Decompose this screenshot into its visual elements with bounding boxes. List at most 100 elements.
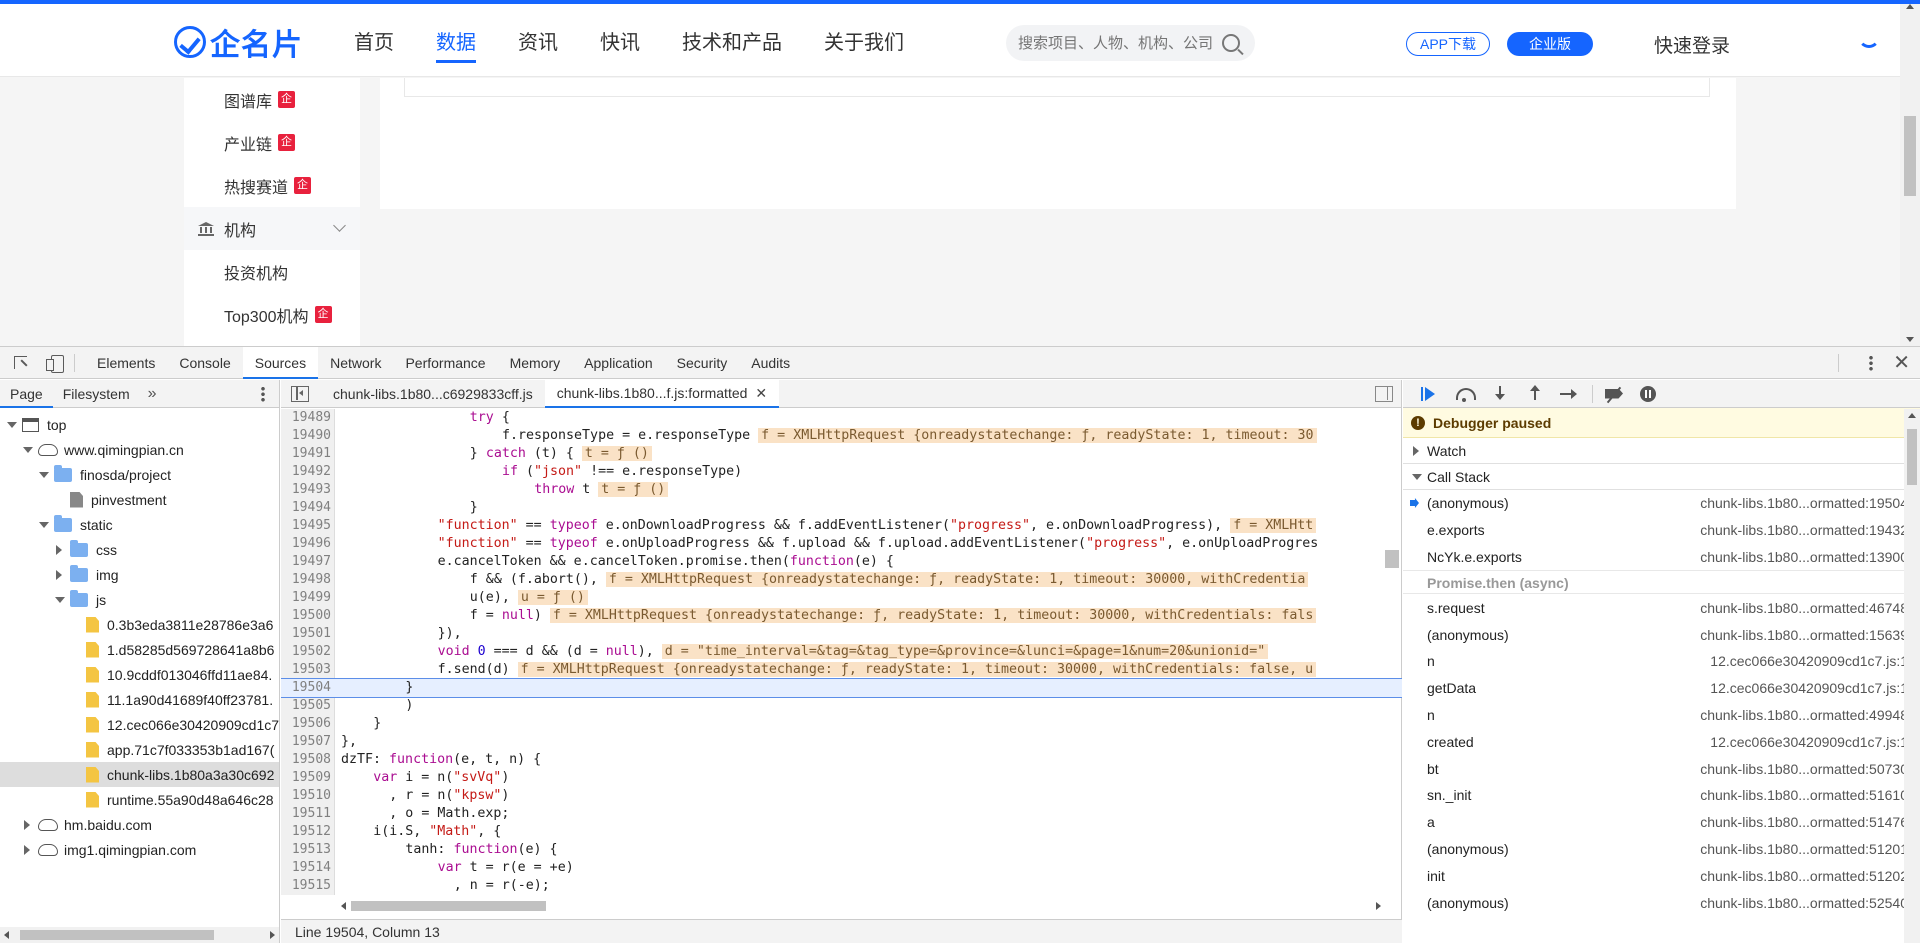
deactivate-breakpoints-icon[interactable]	[1597, 380, 1632, 408]
nav-item-5[interactable]: 技术和产品	[682, 29, 782, 63]
call-frame[interactable]: bt chunk-libs.1b80...ormatted:50730	[1403, 755, 1920, 782]
line-number[interactable]: 19513	[281, 841, 331, 859]
call-frame-location[interactable]: chunk-libs.1b80...ormatted:15639	[1700, 627, 1908, 643]
call-frame-location[interactable]: 12.cec066e30420909cd1c7.js:1	[1710, 653, 1908, 669]
search-input[interactable]	[1018, 34, 1218, 52]
navigator-menu-icon[interactable]	[261, 386, 265, 402]
devtools-tab-network[interactable]: Network	[318, 347, 393, 379]
call-frame[interactable]: e.exports chunk-libs.1b80...ormatted:1943…	[1403, 517, 1920, 544]
search-icon[interactable]	[1222, 34, 1240, 52]
call-frame[interactable]: created 12.cec066e30420909cd1c7.js:1	[1403, 728, 1920, 755]
expand-down-icon[interactable]	[6, 420, 17, 430]
tree-item[interactable]: static	[0, 512, 279, 537]
call-frame[interactable]: s.request chunk-libs.1b80...ormatted:4674…	[1403, 594, 1920, 621]
toggle-navigator-icon[interactable]	[291, 385, 309, 402]
line-number[interactable]: 19511	[281, 805, 331, 823]
devtools-tab-elements[interactable]: Elements	[85, 347, 167, 379]
nav-item-2[interactable]: 数据	[436, 29, 476, 63]
devtools-tab-memory[interactable]: Memory	[498, 347, 573, 379]
call-frame-location[interactable]: chunk-libs.1b80...ormatted:19504	[1700, 495, 1908, 511]
customize-menu-icon[interactable]	[1869, 355, 1874, 371]
call-frame[interactable]: (anonymous) chunk-libs.1b80...ormatted:19…	[1403, 490, 1920, 517]
call-frame-location[interactable]: chunk-libs.1b80...ormatted:51476	[1700, 814, 1908, 830]
call-frame-location[interactable]: chunk-libs.1b80...ormatted:51202	[1700, 868, 1908, 884]
side-menu-item[interactable]: 图谱库企	[184, 78, 360, 121]
call-frame-location[interactable]: chunk-libs.1b80...ormatted:52540	[1700, 895, 1908, 911]
scrollbar-thumb[interactable]	[351, 901, 546, 911]
expand-right-icon[interactable]	[22, 819, 32, 830]
side-menu-group-institution[interactable]: 机构	[184, 207, 360, 250]
watch-section-header[interactable]: Watch	[1403, 438, 1920, 464]
expand-right-icon[interactable]	[22, 844, 32, 855]
call-frame[interactable]: (anonymous) chunk-libs.1b80...ormatted:52…	[1403, 889, 1920, 916]
call-frame[interactable]: init chunk-libs.1b80...ormatted:51202	[1403, 862, 1920, 889]
scrollbar-thumb[interactable]	[1904, 116, 1916, 196]
call-frame-location[interactable]: 12.cec066e30420909cd1c7.js:1	[1710, 680, 1908, 696]
call-frame[interactable]: getData 12.cec066e30420909cd1c7.js:1	[1403, 675, 1920, 702]
line-number[interactable]: 19506	[281, 715, 331, 733]
tree-item[interactable]: 10.9cddf013046ffd11ae84.	[0, 662, 279, 687]
call-frame-location[interactable]: 12.cec066e30420909cd1c7.js:1	[1710, 734, 1908, 750]
scroll-up-icon[interactable]	[1908, 413, 1916, 418]
tree-item[interactable]: top	[0, 412, 279, 437]
scroll-right-icon[interactable]	[270, 931, 275, 939]
editor-vscroll-thumb[interactable]	[1385, 550, 1399, 568]
tree-item[interactable]: 1.d58285d569728641a8b6	[0, 637, 279, 662]
tree-item[interactable]: app.71c7f033353b1ad167(	[0, 737, 279, 762]
nav-item-4[interactable]: 快讯	[600, 29, 640, 63]
devtools-tab-application[interactable]: Application	[572, 347, 665, 379]
tree-item[interactable]: img1.qimingpian.com	[0, 837, 279, 862]
call-frame-location[interactable]: chunk-libs.1b80...ormatted:51201	[1700, 841, 1908, 857]
scroll-right-icon[interactable]	[1376, 902, 1381, 910]
line-number[interactable]: 19497	[281, 553, 331, 571]
side-menu-item[interactable]: Top300机构企	[184, 293, 360, 336]
tree-item[interactable]: finosda/project	[0, 462, 279, 487]
enterprise-button[interactable]: 企业版	[1507, 32, 1593, 56]
step-out-icon[interactable]	[1518, 380, 1553, 408]
expand-down-icon[interactable]	[38, 520, 49, 530]
line-number[interactable]: 19489	[281, 409, 331, 427]
line-number[interactable]: 19508	[281, 751, 331, 769]
search-box[interactable]	[1006, 25, 1255, 61]
scrollbar-thumb[interactable]	[1907, 429, 1917, 485]
call-frame-location[interactable]: chunk-libs.1b80...ormatted:49948	[1700, 707, 1908, 723]
expand-right-icon[interactable]	[54, 544, 64, 555]
line-number[interactable]: 19503	[281, 661, 331, 679]
side-menu-item[interactable]: 产业链企	[184, 121, 360, 164]
call-frame-location[interactable]: chunk-libs.1b80...ormatted:19432	[1700, 522, 1908, 538]
debugger-vscrollbar[interactable]	[1904, 409, 1920, 943]
more-tabs-icon[interactable]: »	[140, 385, 165, 403]
line-number[interactable]: 19504	[281, 679, 331, 697]
editor-tab[interactable]: chunk-libs.1b80...f.js:formatted ✕	[544, 379, 780, 408]
tree-item[interactable]: pinvestment	[0, 487, 279, 512]
tree-item[interactable]: 0.3b3eda3811e28786e3a6	[0, 612, 279, 637]
tree-item[interactable]: chunk-libs.1b80a3a30c692	[0, 762, 279, 787]
call-frame[interactable]: (anonymous) chunk-libs.1b80...ormatted:15…	[1403, 621, 1920, 648]
line-number[interactable]: 19491	[281, 445, 331, 463]
line-number[interactable]: 19515	[281, 877, 331, 895]
tree-item[interactable]: img	[0, 562, 279, 587]
line-number[interactable]: 19499	[281, 589, 331, 607]
call-frame-location[interactable]: chunk-libs.1b80...ormatted:13900	[1700, 549, 1908, 565]
nav-item-1[interactable]: 首页	[354, 29, 394, 63]
close-tab-icon[interactable]: ✕	[755, 379, 767, 407]
editor-tab[interactable]: chunk-libs.1b80...c6929833cff.js	[321, 380, 545, 408]
line-number[interactable]: 19510	[281, 787, 331, 805]
line-number[interactable]: 19502	[281, 643, 331, 661]
close-devtools-icon[interactable]: ✕	[1893, 353, 1910, 373]
devtools-tab-console[interactable]: Console	[167, 347, 242, 379]
expand-down-icon[interactable]	[54, 595, 65, 605]
navigator-hscrollbar[interactable]	[0, 927, 279, 943]
chevron-down-icon[interactable]	[333, 219, 346, 232]
code-area[interactable]: 19489 try {19490 f.responseType = e.respon…	[281, 409, 1402, 895]
expand-down-icon[interactable]	[22, 445, 33, 455]
scrollbar-thumb[interactable]	[20, 930, 214, 940]
scroll-left-icon[interactable]	[4, 931, 9, 939]
line-number[interactable]: 19492	[281, 463, 331, 481]
tree-item[interactable]: hm.baidu.com	[0, 812, 279, 837]
step-icon[interactable]	[1553, 380, 1588, 408]
call-frame[interactable]: NcYk.e.exports chunk-libs.1b80...ormatted…	[1403, 544, 1920, 571]
call-frame[interactable]: (anonymous) chunk-libs.1b80...ormatted:51…	[1403, 836, 1920, 863]
editor-hscrollbar[interactable]	[341, 899, 1381, 913]
line-number[interactable]: 19514	[281, 859, 331, 877]
